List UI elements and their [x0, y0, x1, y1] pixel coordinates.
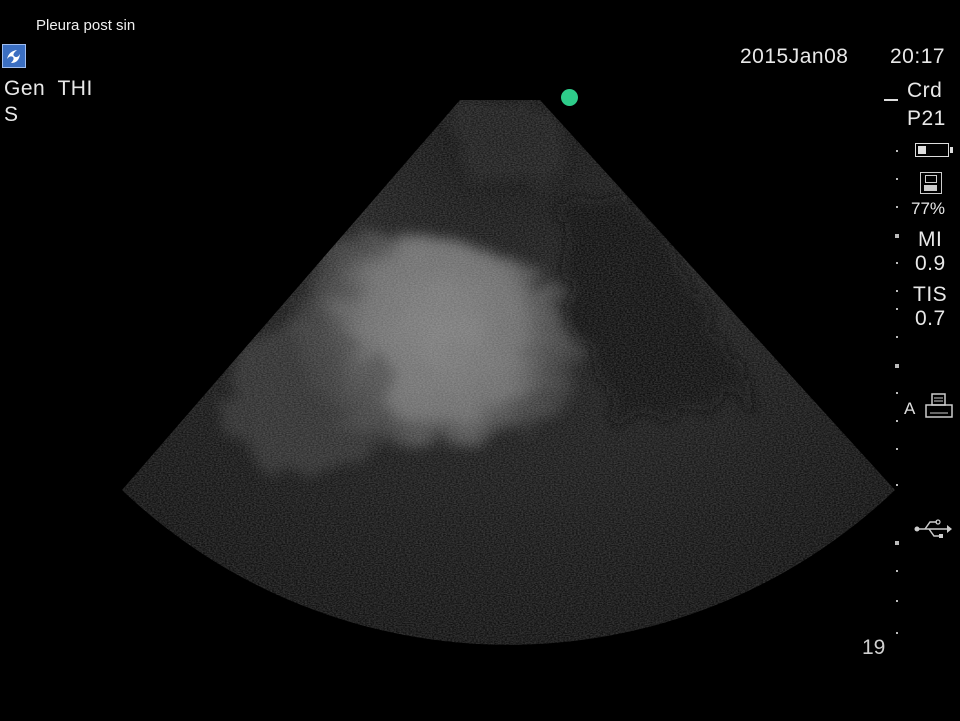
ultrasound-sector-image: [122, 100, 895, 645]
tis-value: 0.7: [915, 307, 946, 330]
date-label: 2015Jan08: [740, 45, 849, 68]
depth-value: 19: [862, 636, 886, 659]
probe-label: P21: [907, 107, 946, 130]
image-caption: Pleura post sin: [36, 17, 136, 34]
depth-marker-icon: [884, 99, 898, 101]
mi-value: 0.9: [915, 252, 946, 275]
depth-scale-icon: [895, 150, 899, 634]
tis-label: TIS: [913, 283, 948, 306]
mode-label: S: [4, 103, 19, 126]
sonosite-logo-icon: [2, 44, 26, 68]
time-label: 20:17: [890, 45, 946, 68]
printer-icon: [925, 393, 953, 418]
mi-label: MI: [918, 228, 943, 251]
usb-icon: [914, 519, 952, 538]
floppy-disk-icon: [920, 172, 942, 194]
battery-icon: [915, 143, 953, 157]
storage-percent: 77%: [911, 199, 946, 218]
print-mode-label: A: [904, 399, 916, 418]
preset-label: Gen THI: [4, 77, 93, 100]
exam-type-label: Crd: [907, 79, 943, 102]
orientation-marker: [561, 89, 578, 106]
